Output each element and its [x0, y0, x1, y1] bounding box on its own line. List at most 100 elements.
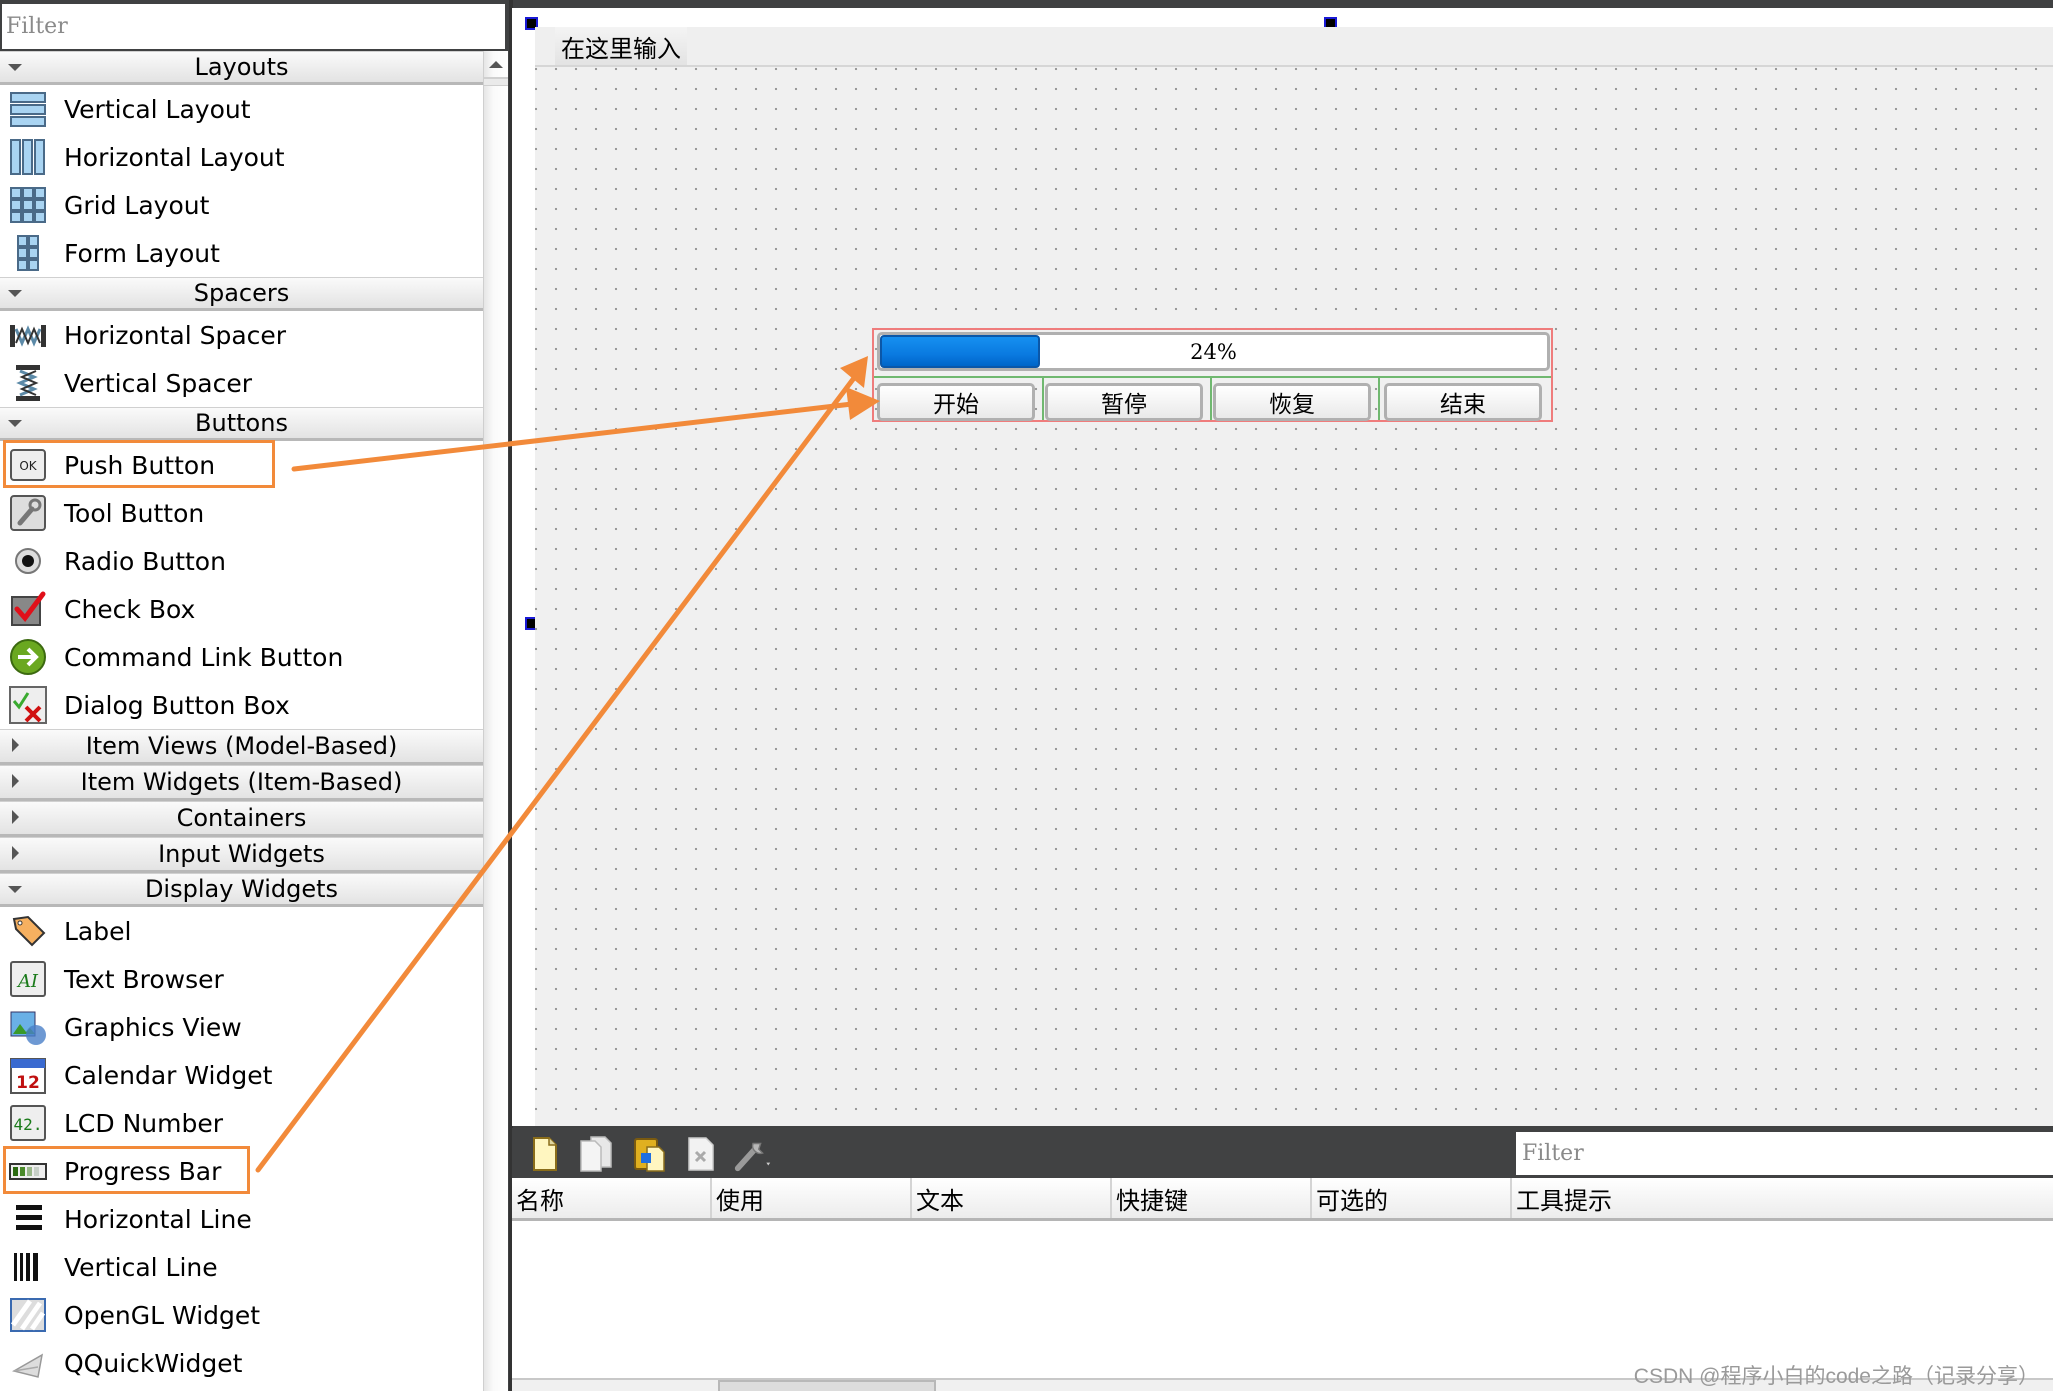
widget-item-horizontal-layout[interactable]: Horizontal Layout — [0, 133, 483, 181]
calendar-icon: 12 — [6, 1053, 50, 1097]
widget-item-graphics-view[interactable]: Graphics View — [0, 1003, 483, 1051]
widget-item-qquickwidget[interactable]: QQuickWidget — [0, 1339, 483, 1387]
action-table-header: 名称 使用 文本 快捷键 可选的 工具提示 — [512, 1178, 2053, 1221]
main-window-form[interactable]: 在这里输入 24% 开始 暂停 恢复 结束 — [535, 27, 2053, 1126]
widget-item-vertical-line[interactable]: Vertical Line — [0, 1243, 483, 1291]
scrollbar-thumb[interactable] — [484, 79, 508, 86]
menu-type-here-placeholder[interactable]: 在这里输入 — [555, 27, 687, 65]
horizontal-layout-icon — [6, 135, 50, 179]
widget-item-form-layout[interactable]: Form Layout — [0, 229, 483, 277]
widget-item-label: Horizontal Layout — [64, 142, 285, 172]
chevron-down-icon[interactable] — [8, 64, 22, 71]
qquick-widget-icon — [6, 1341, 50, 1385]
horizontal-spacer-icon — [6, 313, 50, 357]
widget-item-horizontal-line[interactable]: Horizontal Line — [0, 1195, 483, 1243]
action-filter-input[interactable] — [1516, 1132, 2053, 1175]
widget-item-label: Calendar Widget — [64, 1060, 273, 1090]
column-header-text[interactable]: 文本 — [912, 1178, 1112, 1218]
paste-action-icon[interactable] — [628, 1134, 670, 1174]
category-input-widgets[interactable]: Input Widgets — [0, 837, 483, 873]
chevron-right-icon[interactable] — [12, 810, 19, 824]
widget-item-horizontal-spacer[interactable]: Horizontal Spacer — [0, 311, 483, 359]
column-header-shortcut[interactable]: 快捷键 — [1112, 1178, 1312, 1218]
svg-text:42.: 42. — [14, 1115, 43, 1134]
configure-icon[interactable] — [732, 1134, 774, 1174]
category-label: Item Widgets (Item-Based) — [80, 768, 403, 796]
new-action-icon[interactable] — [524, 1134, 566, 1174]
progress-bar-icon — [6, 1149, 50, 1193]
widget-list: Layouts Vertical Layout Horizontal Layout G… — [0, 51, 483, 1391]
widget-item-vertical-layout[interactable]: Vertical Layout — [0, 85, 483, 133]
widget-item-label: Form Layout — [64, 238, 220, 268]
category-layouts[interactable]: Layouts — [0, 51, 483, 85]
widget-item-grid-layout[interactable]: Grid Layout — [0, 181, 483, 229]
column-header-name[interactable]: 名称 — [512, 1178, 712, 1218]
chevron-down-icon[interactable] — [8, 886, 22, 893]
category-item-views-model-based[interactable]: Item Views (Model-Based) — [0, 729, 483, 765]
form-editor: 在这里输入 24% 开始 暂停 恢复 结束 — [512, 8, 2053, 1126]
copy-action-icon[interactable] — [576, 1134, 618, 1174]
widget-item-opengl-widget[interactable]: OpenGL Widget — [0, 1291, 483, 1339]
scrollbar-thumb[interactable] — [718, 1380, 936, 1391]
stop-button[interactable]: 结束 — [1384, 383, 1542, 421]
vertical-layout-container[interactable]: 24% 开始 暂停 恢复 结束 — [872, 328, 1553, 422]
action-table-body[interactable] — [512, 1221, 2053, 1378]
widget-item-label: Grid Layout — [64, 190, 210, 220]
chevron-right-icon[interactable] — [12, 774, 19, 788]
widget-filter-input[interactable] — [2, 4, 505, 49]
widget-item-check-box[interactable]: Check Box — [0, 585, 483, 633]
widget-item-lcd-number[interactable]: 42. LCD Number — [0, 1099, 483, 1147]
widget-item-command-link-button[interactable]: Command Link Button — [0, 633, 483, 681]
category-spacers[interactable]: Spacers — [0, 277, 483, 311]
layout-separator — [874, 376, 1551, 378]
widget-item-tool-button[interactable]: Tool Button — [0, 489, 483, 537]
dialog-button-box-icon — [6, 683, 50, 727]
widget-item-label[interactable]: Label — [0, 907, 483, 955]
svg-text:OK: OK — [19, 459, 37, 473]
delete-action-icon[interactable] — [680, 1134, 722, 1174]
svg-text:AI: AI — [16, 971, 39, 992]
progress-bar-text: 24% — [1190, 339, 1237, 364]
category-label: Layouts — [194, 53, 289, 81]
scroll-up-arrow-icon[interactable] — [484, 51, 508, 79]
lcd-number-icon: 42. — [6, 1101, 50, 1145]
chevron-down-icon[interactable] — [8, 290, 22, 297]
widget-item-label: QQuickWidget — [64, 1348, 243, 1378]
widget-item-progress-bar[interactable]: Progress Bar — [0, 1146, 483, 1195]
category-buttons[interactable]: Buttons — [0, 407, 483, 441]
chevron-right-icon[interactable] — [12, 738, 19, 752]
svg-text:12: 12 — [16, 1073, 40, 1093]
widget-item-calendar-widget[interactable]: 12 Calendar Widget — [0, 1051, 483, 1099]
category-label: Item Views (Model-Based) — [85, 732, 398, 760]
start-button[interactable]: 开始 — [877, 383, 1035, 421]
widget-item-label: Radio Button — [64, 546, 226, 576]
widget-item-label: Push Button — [64, 450, 216, 480]
column-header-tooltip[interactable]: 工具提示 — [1512, 1178, 2053, 1218]
category-display-widgets[interactable]: Display Widgets — [0, 873, 483, 907]
widget-item-text-browser[interactable]: AI Text Browser — [0, 955, 483, 1003]
widget-item-radio-button[interactable]: Radio Button — [0, 537, 483, 585]
widget-list-scrollbar[interactable] — [483, 51, 508, 1391]
category-item-widgets-item-based[interactable]: Item Widgets (Item-Based) — [0, 765, 483, 801]
layout-column-separator — [1378, 376, 1380, 420]
progress-bar[interactable]: 24% — [877, 332, 1550, 371]
widget-item-label: Dialog Button Box — [64, 690, 290, 720]
chevron-right-icon[interactable] — [12, 846, 19, 860]
widget-item-label: Vertical Layout — [64, 94, 251, 124]
category-containers[interactable]: Containers — [0, 801, 483, 837]
pause-button[interactable]: 暂停 — [1045, 383, 1203, 421]
widget-item-label: Command Link Button — [64, 642, 344, 672]
chevron-down-icon[interactable] — [8, 420, 22, 427]
column-header-used[interactable]: 使用 — [712, 1178, 912, 1218]
widget-item-vertical-spacer[interactable]: Vertical Spacer — [0, 359, 483, 407]
form-layout-icon — [6, 231, 50, 275]
horizontal-line-icon — [6, 1197, 50, 1241]
widget-item-dialog-button-box[interactable]: Dialog Button Box — [0, 681, 483, 729]
graphics-view-icon — [6, 1005, 50, 1049]
widget-item-push-button[interactable]: OK Push Button — [0, 440, 483, 489]
resume-button[interactable]: 恢复 — [1213, 383, 1371, 421]
widget-item-label: Tool Button — [64, 498, 205, 528]
column-header-checkable[interactable]: 可选的 — [1312, 1178, 1512, 1218]
vertical-line-icon — [6, 1245, 50, 1289]
check-box-icon — [6, 587, 50, 631]
